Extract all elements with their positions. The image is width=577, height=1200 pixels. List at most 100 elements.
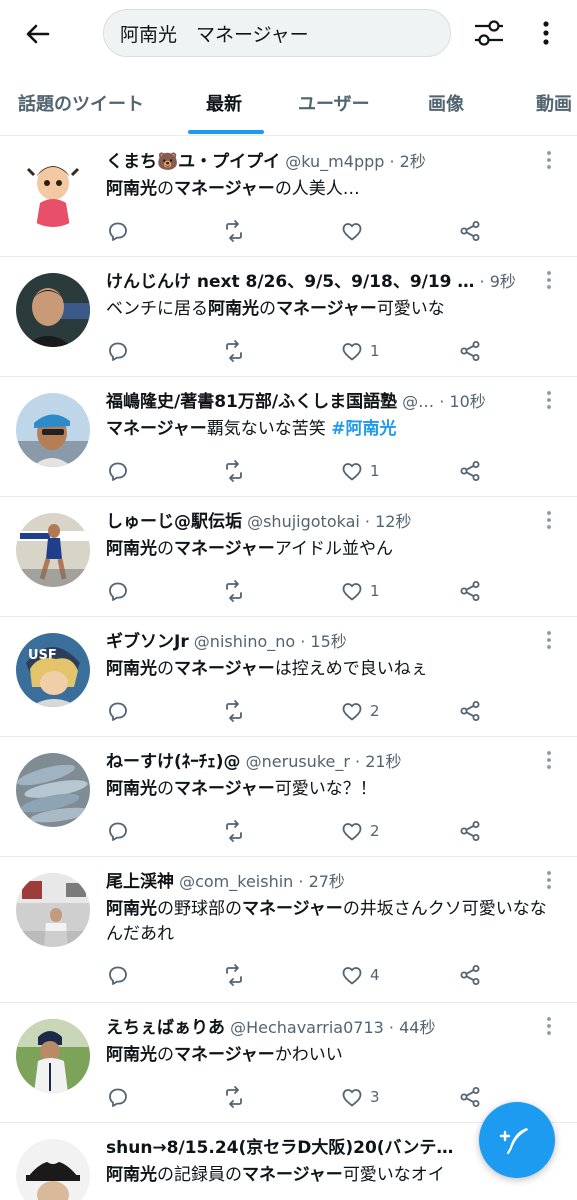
tab-users[interactable]: ユーザー [298,90,370,116]
retweet-button[interactable] [222,1083,246,1111]
author-name[interactable]: 尾上渓神 [106,872,174,892]
retweet-button[interactable] [222,697,246,725]
reply-button[interactable] [106,961,130,989]
tweet-header: けんじんけ next 8/26、9/5、9/18、9/19 … · 9秒 [106,269,536,295]
tweet-more-icon[interactable] [542,269,556,293]
share-button[interactable] [458,217,482,245]
tweet-more-icon[interactable] [542,389,556,413]
tweet-text-segment: マネージャー [106,419,207,439]
avatar[interactable] [16,1139,90,1200]
avatar[interactable] [16,393,90,467]
tweet-more-icon[interactable] [542,149,556,173]
avatar[interactable] [16,753,90,827]
like-button[interactable]: 3 [340,1083,380,1111]
tweet-row[interactable]: くまち🐻ユ・プイプイ @ku_m4ppp · 2秒 阿南光のマネージャーの人美人… [0,137,577,257]
author-name[interactable]: けんじんけ next 8/26、9/5、9/18、9/19 … [106,272,474,292]
tweet-text-segment: マネージャー [276,299,377,319]
tweet-more-icon[interactable] [542,869,556,893]
reply-button[interactable] [106,1083,130,1111]
tab-videos[interactable]: 動画 [536,90,572,116]
tweet-row[interactable]: しゅーじ@駅伝垢 @shujigotokai · 12秒 阿南光のマネージャーアイ… [0,497,577,617]
avatar[interactable]: USF [16,633,90,707]
share-button[interactable] [458,457,482,485]
like-button[interactable]: 2 [340,697,380,725]
share-icon [460,341,480,361]
author-handle[interactable]: @com_keishin [174,872,293,891]
author-name[interactable]: ねーすけ(ﾈｰﾁｪ)@ [106,752,241,772]
retweet-button[interactable] [222,577,246,605]
reply-button[interactable] [106,217,130,245]
author-name[interactable]: しゅーじ@駅伝垢 [106,512,242,532]
tab-images[interactable]: 画像 [428,90,464,116]
tweet-text-segment: の [157,179,174,199]
avatar[interactable] [16,513,90,587]
reply-button[interactable] [106,697,130,725]
tweet-row[interactable]: けんじんけ next 8/26、9/5、9/18、9/19 … · 9秒 ベンチに… [0,257,577,377]
tweet-row[interactable]: えちぇばぁりあ @Hechavarria0713 · 44秒 阿南光のマネージャー… [0,1003,577,1123]
reply-button[interactable] [106,337,130,365]
author-name[interactable]: ギブソンJr [106,632,189,652]
compose-tweet-button[interactable] [479,1102,555,1178]
share-icon [460,221,480,241]
tweet-text: 阿南光のマネージャーかわいい [106,1043,551,1068]
more-options-icon[interactable] [534,14,558,52]
tweet-more-icon[interactable] [542,1015,556,1039]
tab-top-tweets[interactable]: 話題のツイート [18,90,144,116]
author-handle[interactable]: @ku_m4ppp [280,152,384,171]
avatar[interactable] [16,873,90,947]
tab-latest[interactable]: 最新 [206,90,242,116]
share-button[interactable] [458,577,482,605]
like-button[interactable]: 1 [340,457,380,485]
retweet-button[interactable] [222,457,246,485]
tweet-text-segment: の [157,659,174,679]
author-handle[interactable]: @nerusuke_r [241,752,350,771]
like-button[interactable]: 2 [340,817,380,845]
avatar[interactable] [16,1019,90,1093]
share-button[interactable] [458,1083,482,1111]
author-name[interactable]: えちぇばぁりあ [106,1018,225,1038]
share-button[interactable] [458,817,482,845]
retweet-button[interactable] [222,817,246,845]
avatar[interactable] [16,153,90,227]
retweet-button[interactable] [222,217,246,245]
retweet-icon [226,580,242,602]
back-arrow-icon[interactable] [22,18,54,50]
hashtag-link[interactable]: #阿南光 [331,419,396,439]
like-button[interactable]: 1 [340,337,380,365]
tweet-more-icon[interactable] [542,629,556,653]
author-handle[interactable]: @shujigotokai [242,512,360,531]
heart-icon [342,967,362,985]
tweet-more-icon[interactable] [542,509,556,533]
like-button[interactable]: 4 [340,961,380,989]
search-input[interactable]: 阿南光 マネージャー [103,9,451,57]
reply-button[interactable] [106,817,130,845]
share-button[interactable] [458,697,482,725]
tweet-row[interactable]: ねーすけ(ﾈｰﾁｪ)@ @nerusuke_r · 21秒 阿南光のマネージャー可… [0,737,577,857]
author-handle[interactable]: @Hechavarria0713 [225,1018,384,1037]
author-handle[interactable]: @… [397,392,434,411]
author-name[interactable]: shun→8/15.24(京セラD大阪)20(バンテ… [106,1138,453,1158]
share-button[interactable] [458,961,482,989]
author-handle[interactable]: @nishino_no [189,632,295,651]
tweet-actions [106,217,506,245]
tweet-text: 阿南光のマネージャー可愛いな？！ [106,777,551,802]
author-name[interactable]: 福嶋隆史/著書81万部/ふくしま国語塾 [106,392,397,412]
avatar[interactable] [16,273,90,347]
retweet-button[interactable] [222,337,246,365]
reply-button[interactable] [106,577,130,605]
tweet-row[interactable]: 尾上渓神 @com_keishin · 27秒 阿南光の野球部のマネージャーの井坂… [0,857,577,1003]
tweet-text-segment: の記録員の [157,1165,242,1185]
retweet-button[interactable] [222,961,246,989]
heart-icon [342,583,362,601]
tweet-more-icon[interactable] [542,749,556,773]
filter-settings-icon[interactable] [470,14,508,52]
tweet-header: ギブソンJr @nishino_no · 15秒 [106,629,536,655]
like-button[interactable] [340,217,364,245]
share-button[interactable] [458,337,482,365]
author-name[interactable]: くまち🐻ユ・プイプイ [106,152,280,172]
tweet-row[interactable]: 福嶋隆史/著書81万部/ふくしま国語塾 @… · 10秒 マネージャー覇気ないな苦… [0,377,577,497]
tweet-text-segment: 阿南光 [106,779,157,799]
reply-button[interactable] [106,457,130,485]
like-button[interactable]: 1 [340,577,380,605]
tweet-row[interactable]: USF ギブソンJr @nishino_no · 15秒 阿南光のマネージャーは控え… [0,617,577,737]
